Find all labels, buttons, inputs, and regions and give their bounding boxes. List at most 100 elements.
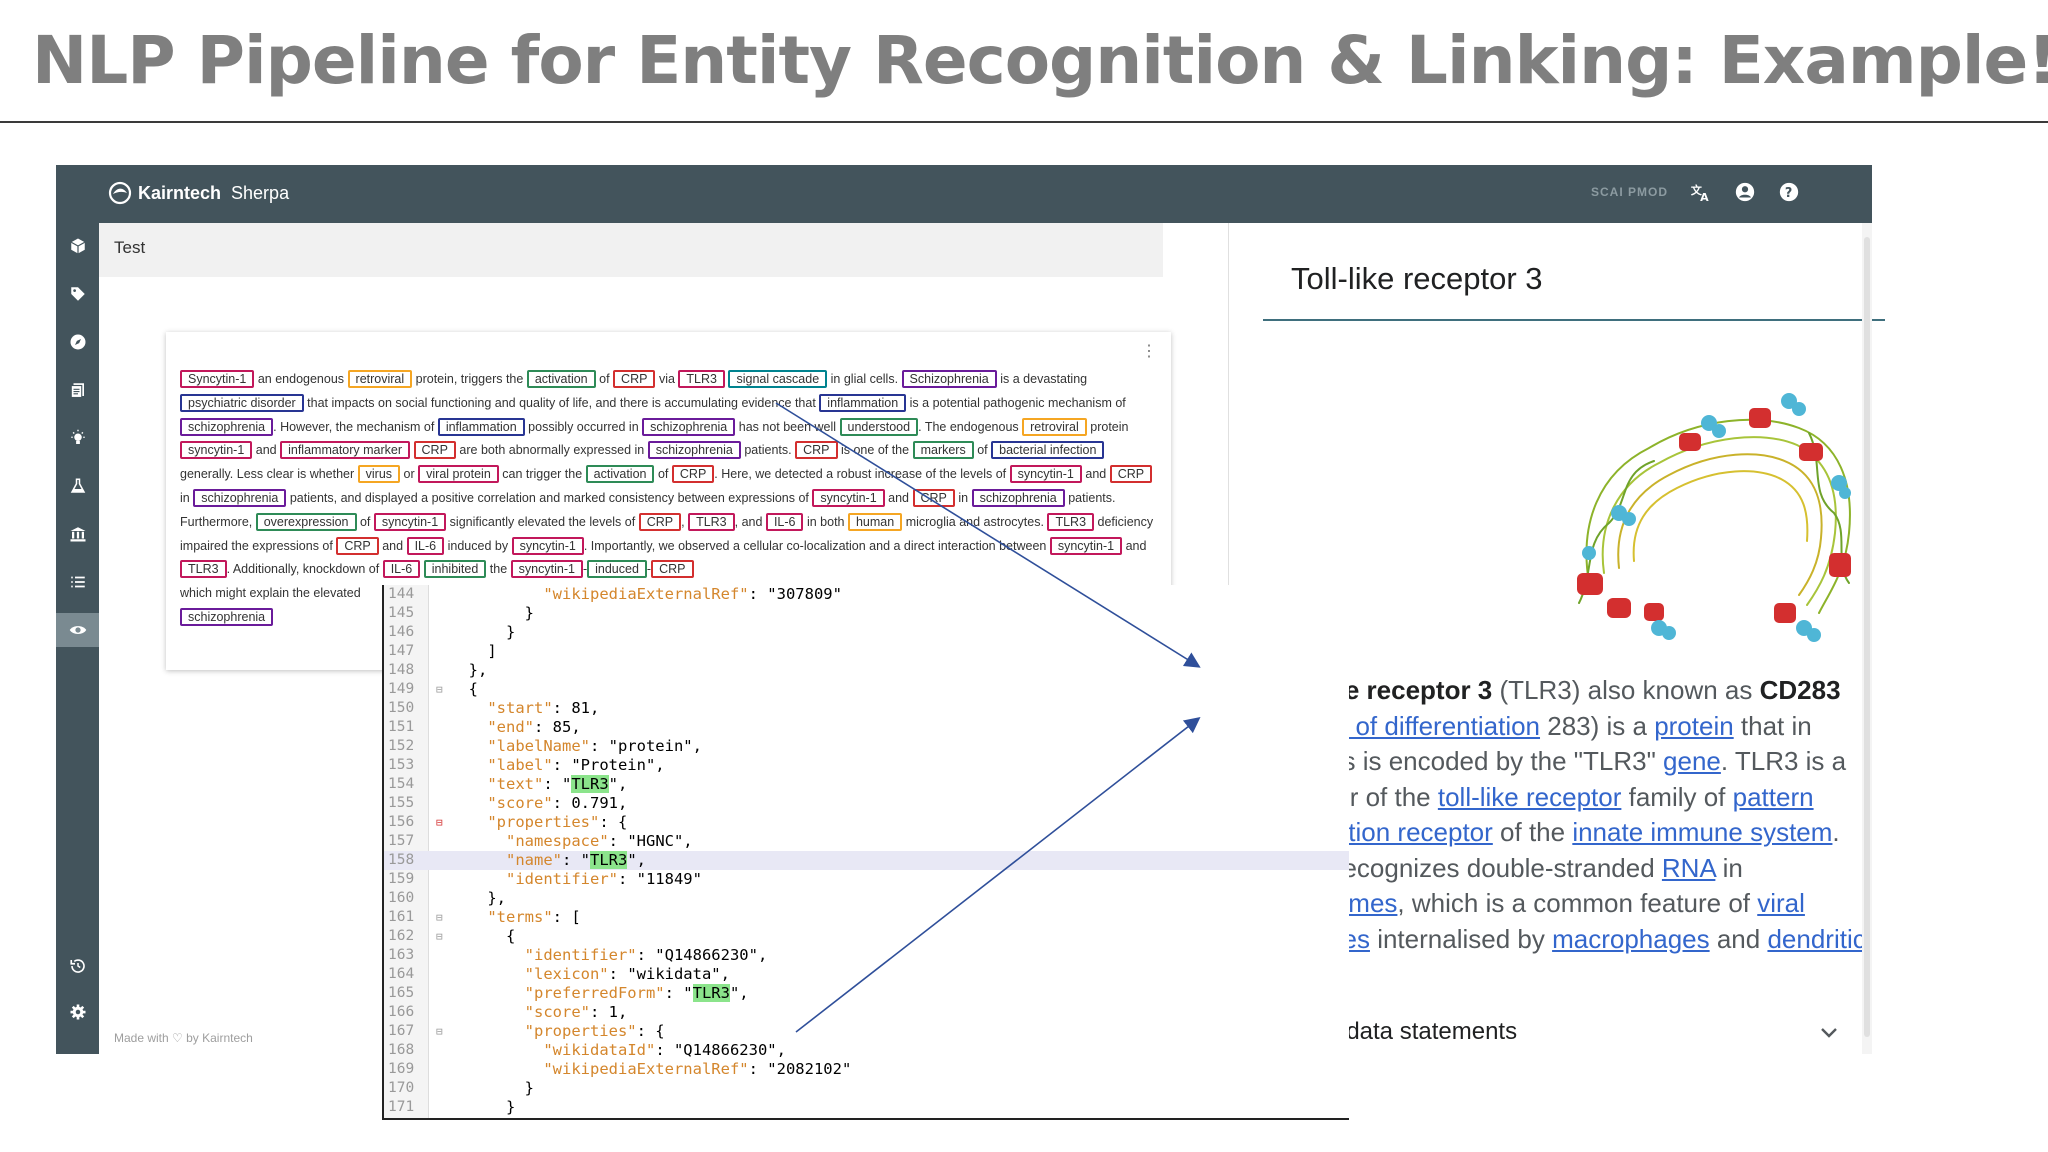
entity-annotation[interactable]: CRP [795, 441, 838, 460]
entity-annotation[interactable]: TLR3 [1047, 512, 1095, 531]
tag-icon [70, 287, 85, 301]
entity-annotation[interactable]: virus [357, 465, 401, 484]
entity-annotation[interactable]: TLR3 [688, 512, 735, 531]
entity-annotation[interactable]: IL-6 [406, 536, 445, 555]
help-icon[interactable]: ? [1778, 181, 1800, 203]
wiki-link[interactable]: innate immune system [1572, 817, 1832, 847]
wiki-link[interactable]: toll-like receptor [1438, 782, 1622, 812]
sidebar-item-explore[interactable] [56, 325, 99, 359]
more-options-icon[interactable]: ⋮ [1141, 344, 1157, 360]
sidebar-item-lexicons[interactable] [56, 517, 99, 551]
entity-annotation[interactable]: syncytin-1 [180, 441, 253, 460]
sidebar-item-annotations-list[interactable] [56, 565, 99, 599]
fold-toggle-icon[interactable]: ⊟ [436, 908, 443, 927]
entity-annotation[interactable]: inflammation [819, 393, 907, 412]
entity-annotation[interactable]: syncytin-1 [511, 536, 584, 555]
sidebar-item-experiments[interactable] [56, 469, 99, 503]
entity-annotation[interactable]: human [847, 512, 903, 531]
fold-toggle-icon[interactable]: ⊟ [436, 813, 443, 832]
entity-annotation[interactable]: CRP [671, 465, 715, 484]
code-line: 171 } [384, 1098, 1349, 1117]
entity-annotation[interactable]: retroviral [1022, 417, 1087, 436]
code-text: "name": "TLR3", [506, 851, 646, 869]
line-number: 147 [388, 643, 415, 659]
code-line: 158 "name": "TLR3", [384, 851, 1349, 870]
code-text: "terms": [ [487, 908, 581, 926]
sidebar-item-settings[interactable] [56, 995, 99, 1029]
entity-annotation[interactable]: viral protein [418, 465, 499, 484]
entity-annotation[interactable]: bacterial infection [991, 441, 1105, 460]
entity-annotation[interactable]: syncytin-1 [510, 560, 583, 579]
fold-toggle-icon[interactable]: ⊟ [436, 680, 443, 699]
wiki-link[interactable]: gene [1663, 746, 1721, 776]
wiki-link[interactable]: RNA [1662, 853, 1715, 883]
entity-annotation[interactable]: induced [587, 560, 647, 579]
line-number: 172 [388, 1117, 424, 1118]
entity-annotation[interactable]: inflammatory marker [280, 441, 411, 460]
code-line: 162 ⊟ { [384, 927, 1349, 946]
code-text: "namespace": "HGNC", [506, 832, 693, 850]
sidebar-item-annotate[interactable] [56, 613, 99, 647]
sidebar-item-documents[interactable] [56, 373, 99, 407]
entity-annotation[interactable]: syncytin-1 [373, 512, 447, 531]
entity-annotation[interactable]: inflammation [437, 417, 525, 436]
entity-annotation[interactable]: schizophrenia [193, 488, 287, 507]
scrollbar-thumb[interactable] [1864, 237, 1870, 1037]
entity-annotation[interactable]: schizophrenia [971, 488, 1065, 507]
translate-icon[interactable]: 文A [1690, 181, 1712, 203]
entity-annotation[interactable]: psychiatric disorder [180, 393, 304, 412]
code-line: 168 "wikidataId": "Q14866230", [384, 1041, 1349, 1060]
chevron-down-icon[interactable] [1817, 1021, 1841, 1045]
entity-annotation[interactable]: signal cascade [728, 370, 828, 388]
entity-annotation[interactable]: TLR3 [180, 560, 227, 579]
entity-annotation[interactable]: syncytin-1 [812, 488, 885, 507]
entity-annotation[interactable]: Schizophrenia [901, 370, 997, 388]
entity-annotation[interactable]: syncytin-1 [1009, 465, 1082, 484]
entity-annotation[interactable]: CRP [638, 512, 682, 531]
fold-toggle-icon[interactable]: ⊟ [436, 927, 443, 946]
entity-annotation[interactable]: IL-6 [765, 512, 804, 531]
entity-annotation[interactable]: CRP [336, 536, 379, 555]
account-icon[interactable] [1734, 181, 1756, 203]
wiki-link[interactable]: protein [1654, 711, 1734, 741]
entity-annotation[interactable]: overexpression [255, 512, 357, 531]
entity-annotation[interactable]: schizophrenia [647, 441, 741, 460]
line-number: 159 [388, 871, 415, 887]
entity-annotation[interactable]: retroviral [347, 370, 413, 388]
entity-annotation[interactable]: CRP [651, 560, 694, 579]
code-line: 165 "preferredForm": "TLR3", [384, 984, 1349, 1003]
entity-annotation[interactable]: CRP [912, 488, 955, 507]
sidebar-item-labels[interactable] [56, 277, 99, 311]
entity-annotation[interactable]: CRP [1109, 465, 1153, 484]
entity-annotation[interactable]: CRP [613, 370, 656, 388]
code-line: 172 ] [384, 1117, 1349, 1118]
entity-annotation[interactable]: markers [912, 441, 974, 460]
line-number: 150 [388, 700, 415, 716]
sidebar-item-models[interactable] [56, 229, 99, 263]
line-number: 161 [388, 909, 415, 925]
document-title: Test [114, 238, 146, 257]
entity-annotation[interactable]: activation [526, 370, 596, 388]
code-text: "preferredForm": "TLR3", [524, 984, 749, 1002]
entity-annotation[interactable]: schizophrenia [180, 607, 274, 626]
entity-annotation[interactable]: TLR3 [678, 370, 725, 388]
sidebar-item-history[interactable] [56, 949, 99, 983]
entity-annotation[interactable]: CRP [413, 441, 456, 460]
fold-toggle-icon[interactable]: ⊟ [436, 1022, 443, 1041]
sidebar-item-suggestions[interactable] [56, 421, 99, 455]
entity-annotation[interactable]: understood [839, 417, 919, 436]
entity-annotation[interactable]: activation [585, 465, 655, 484]
entity-annotation[interactable]: Syncytin-1 [180, 370, 255, 388]
entity-annotation[interactable]: schizophrenia [642, 417, 736, 436]
brand[interactable]: Kairntech Sherpa [108, 181, 289, 205]
wiki-link[interactable]: macrophages [1552, 924, 1710, 954]
code-text: "text": "TLR3", [487, 775, 628, 793]
entity-annotation[interactable]: syncytin-1 [1049, 536, 1123, 555]
code-text: }, [450, 661, 488, 679]
line-number: 155 [388, 795, 415, 811]
entity-annotation[interactable]: schizophrenia [180, 417, 274, 436]
entity-annotation[interactable]: IL-6 [382, 560, 421, 579]
code-text: "score": 1, [524, 1003, 628, 1021]
entity-annotation[interactable]: inhibited [423, 560, 487, 579]
code-text: { [450, 927, 516, 945]
